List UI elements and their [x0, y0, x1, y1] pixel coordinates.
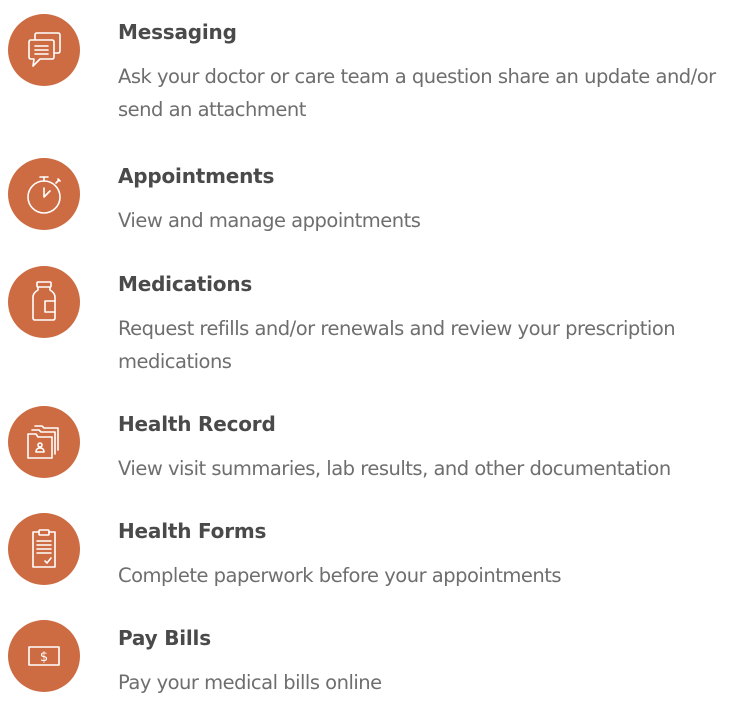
- folder-record-icon: [8, 406, 80, 478]
- feature-description: Pay your medical bills online: [118, 671, 382, 694]
- feature-description: Request refills and/or renewals and revi…: [118, 317, 676, 373]
- feature-title[interactable]: Messaging: [118, 20, 237, 44]
- chat-bubbles-icon: [8, 14, 80, 86]
- feature-title[interactable]: Health Forms: [118, 519, 266, 543]
- feature-description: View and manage appointments: [118, 209, 421, 232]
- bill-dollar-icon: $: [8, 620, 80, 692]
- feature-title[interactable]: Appointments: [118, 164, 274, 188]
- feature-description: Complete paperwork before your appointme…: [118, 564, 562, 587]
- clipboard-icon: [8, 513, 80, 585]
- feature-title[interactable]: Health Record: [118, 412, 276, 436]
- feature-title[interactable]: Medications: [118, 272, 252, 296]
- feature-title[interactable]: Pay Bills: [118, 626, 211, 650]
- feature-description: Ask your doctor or care team a question …: [118, 65, 716, 121]
- medicine-bottle-icon: [8, 266, 80, 338]
- svg-text:$: $: [40, 650, 48, 665]
- feature-description: View visit summaries, lab results, and o…: [118, 457, 671, 480]
- stopwatch-icon: [8, 158, 80, 230]
